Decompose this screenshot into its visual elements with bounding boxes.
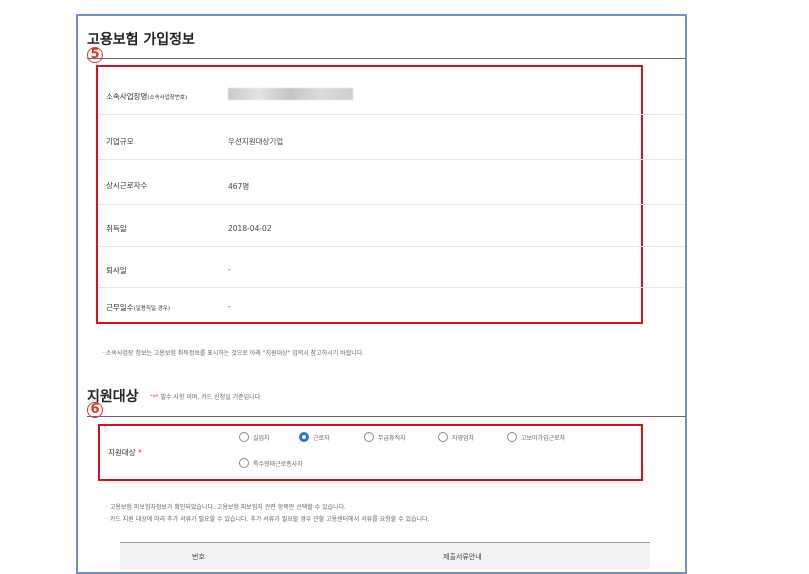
radio-label: 근로자 xyxy=(313,435,330,442)
row-label-resigned: 퇴사일 xyxy=(106,266,127,275)
radio-label: 실업자 xyxy=(253,435,270,442)
row-value-workdays: - xyxy=(228,302,231,311)
radio-label: 특수형태근로종사자 xyxy=(253,461,303,468)
section-divider xyxy=(87,58,685,59)
row-divider xyxy=(98,159,685,160)
radio-circle[interactable] xyxy=(239,458,249,468)
support-note-2: · 카드 지원 대상에 따라 추가 서류가 필요할 수 있습니다. 추가 서류가… xyxy=(106,516,430,523)
redacted-company-name xyxy=(228,88,353,100)
radio-label: 무급휴직자 xyxy=(378,435,406,442)
section-divider xyxy=(87,416,685,417)
row-value-resigned: - xyxy=(228,265,231,274)
radio-circle[interactable] xyxy=(507,432,517,442)
row-value-acquired: 2018-04-02 xyxy=(228,224,272,233)
insurance-note: · 소속사업장 정보는 고용보험 취득정보를 표시하는 것으로 아래 "지원대상… xyxy=(102,350,365,357)
row-label-workdays: 근무일수(일용직일 경우) xyxy=(106,303,171,312)
docs-col-guide: 제출서류안내 xyxy=(443,553,482,561)
row-value-employees: 467명 xyxy=(228,182,250,191)
radio-circle-selected[interactable] xyxy=(299,432,309,442)
insurance-info-highlight xyxy=(96,65,643,324)
row-divider xyxy=(98,287,685,288)
radio-circle[interactable] xyxy=(364,432,374,442)
row-label-company: 소속사업장명(소속사업장번호) xyxy=(106,92,188,101)
row-divider xyxy=(98,114,685,115)
step-marker-5: 5 xyxy=(87,47,103,63)
support-section-hint: "*" 필수 사항 이며, 카드 신청일 기준입니다. xyxy=(150,394,263,401)
insurance-section-title: 고용보험 가입정보 xyxy=(87,32,195,48)
row-value-size: 우선지원대상기업 xyxy=(228,137,284,146)
docs-col-number: 번호 xyxy=(192,553,205,561)
radio-circle[interactable] xyxy=(239,432,249,442)
row-divider xyxy=(98,204,685,205)
radio-label: 자영업자 xyxy=(452,435,475,442)
docs-table-header: 번호 제출서류안내 xyxy=(120,542,650,569)
support-target-label: 지원대상 * xyxy=(108,448,142,457)
support-note-1: · 고용보험 피보험자정보가 확인되었습니다. 고용보험 피보험자 관련 항목만… xyxy=(106,504,347,511)
radio-circle[interactable] xyxy=(438,432,448,442)
radio-label: 고보미가입근로자 xyxy=(521,435,566,442)
row-label-size: 기업규모 xyxy=(106,137,134,146)
row-label-acquired: 취득일 xyxy=(106,224,127,233)
row-label-employees: 상시근로자수 xyxy=(106,181,148,190)
row-divider xyxy=(98,246,685,247)
form-frame: 고용보험 가입정보 5 소속사업장명(소속사업장번호) 기업규모 우선지원대상기… xyxy=(76,14,687,574)
